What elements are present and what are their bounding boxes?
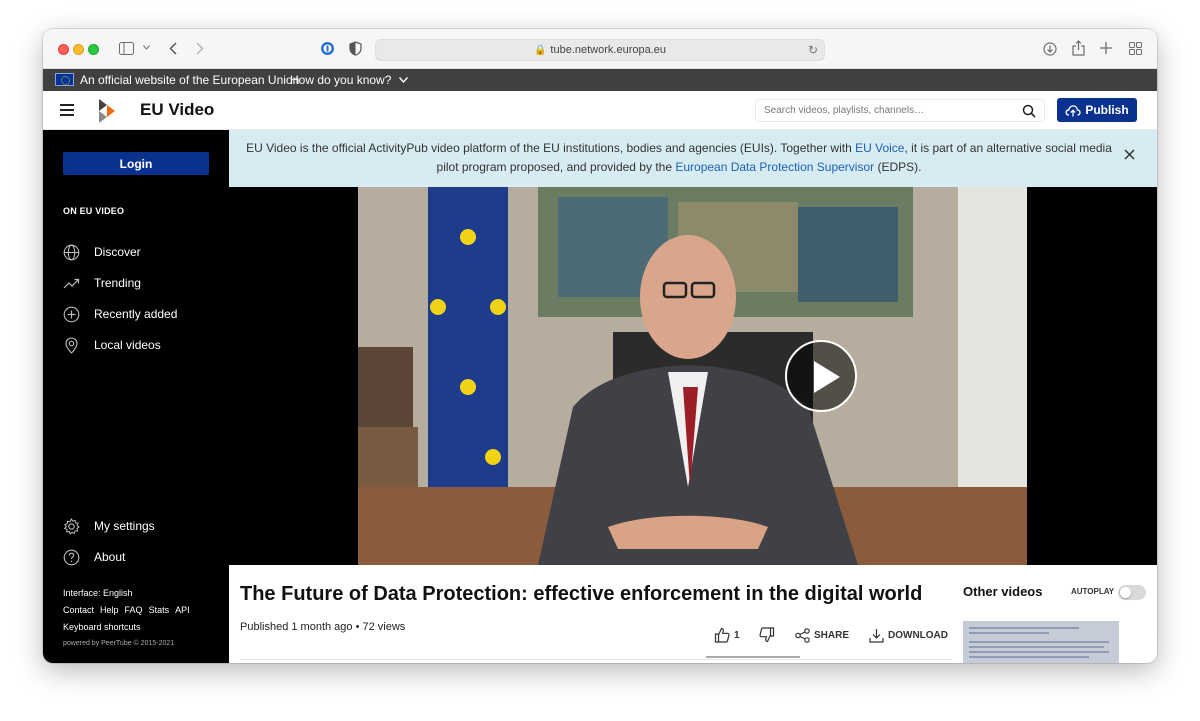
close-icon[interactable] (1124, 149, 1135, 160)
like-button[interactable]: 1 (714, 627, 740, 643)
minimize-window-button[interactable] (73, 44, 84, 55)
share-sheet-icon[interactable] (1072, 40, 1085, 56)
sidebar-item-local-videos[interactable]: Local videos (63, 335, 161, 355)
sidebar: Login ON EU VIDEO Discover Trending Rece… (43, 130, 229, 663)
other-videos-title: Other videos (963, 584, 1043, 599)
powered-by-peertube[interactable]: powered by PeerTube © 2015-2021 (63, 640, 174, 647)
divider (240, 659, 952, 660)
password-manager-icon[interactable] (320, 41, 335, 56)
published-date: Published 1 month ago (240, 621, 353, 633)
forward-icon[interactable] (196, 42, 204, 55)
sidebar-item-label: Discover (94, 245, 141, 259)
footer-link-help[interactable]: Help (100, 605, 119, 615)
autoplay-label: AUTOPLAY (1071, 587, 1115, 596)
eu-official-banner: An official website of the European Unio… (43, 69, 1157, 91)
how-do-you-know-toggle[interactable]: How do you know? (290, 69, 408, 91)
eu-voice-link[interactable]: EU Voice (855, 141, 904, 155)
notice-text-part3: (EDPS). (874, 160, 922, 174)
gear-icon (63, 517, 80, 535)
edps-link[interactable]: European Data Protection Supervisor (675, 160, 874, 174)
share-button[interactable]: SHARE (795, 627, 849, 643)
chevron-down-icon (398, 77, 408, 84)
like-count: 1 (734, 629, 740, 641)
lock-icon: 🔒 (533, 45, 547, 56)
like-ratio-bar (706, 656, 800, 658)
share-icon (795, 627, 810, 643)
location-pin-icon (65, 336, 78, 354)
video-frame[interactable] (358, 187, 1027, 565)
sidebar-section-title: ON EU VIDEO (63, 206, 125, 216)
back-icon[interactable] (169, 42, 177, 55)
search-input[interactable] (756, 100, 1006, 121)
sidebar-item-discover[interactable]: Discover (63, 242, 141, 262)
view-count: 72 views (362, 621, 406, 633)
menu-icon[interactable] (60, 104, 74, 116)
download-icon[interactable] (1043, 42, 1057, 56)
download-icon (869, 628, 884, 643)
browser-toolbar: 🔒 tube.network.europa.eu ↻ (43, 29, 1157, 69)
footer-link-contact[interactable]: Contact (63, 605, 94, 615)
video-title: The Future of Data Protection: effective… (240, 583, 923, 605)
site-header: EU Video Publish (43, 91, 1157, 130)
new-tab-icon[interactable] (1100, 42, 1112, 54)
platform-notice: EU Video is the official ActivityPub vid… (229, 130, 1157, 187)
trending-icon (63, 278, 80, 288)
globe-icon (63, 244, 80, 260)
how-do-you-know-label: How do you know? (290, 73, 392, 87)
sidebar-item-label: My settings (94, 519, 155, 533)
play-button[interactable] (785, 340, 857, 412)
footer-link-api[interactable]: API (175, 605, 190, 615)
login-button[interactable]: Login (63, 152, 209, 175)
tab-overview-icon[interactable] (1129, 42, 1142, 55)
sidebar-item-label: Local videos (94, 338, 161, 352)
share-label: SHARE (814, 629, 850, 641)
browser-window: 🔒 tube.network.europa.eu ↻ An official we… (43, 29, 1157, 663)
thumbs-up-icon (714, 627, 730, 643)
address-bar[interactable]: 🔒 tube.network.europa.eu ↻ (375, 39, 825, 61)
autoplay-toggle[interactable] (1118, 585, 1146, 600)
publish-button[interactable]: Publish (1057, 98, 1137, 122)
footer-link-stats[interactable]: Stats (149, 605, 170, 615)
footer-link-faq[interactable]: FAQ (125, 605, 143, 615)
cloud-upload-icon (1065, 104, 1081, 116)
video-thumbnail-image (358, 187, 1027, 565)
footer-links: Contact Help FAQ Stats API (63, 605, 196, 615)
url-text: tube.network.europa.eu (550, 44, 667, 56)
chevron-down-icon[interactable] (143, 45, 150, 51)
search-box (755, 99, 1045, 122)
sidebar-item-trending[interactable]: Trending (63, 273, 141, 293)
eu-official-text: An official website of the European Unio… (80, 73, 300, 87)
keyboard-shortcuts-link[interactable]: Keyboard shortcuts (63, 622, 141, 632)
shield-icon[interactable] (349, 41, 362, 56)
video-meta: Published 1 month ago • 72 views (240, 621, 406, 633)
other-video-thumbnail[interactable] (963, 621, 1119, 663)
zoom-window-button[interactable] (88, 44, 99, 55)
plus-circle-icon (63, 306, 80, 322)
sidebar-item-about[interactable]: About (63, 547, 125, 567)
publish-label: Publish (1085, 103, 1129, 117)
download-label: DOWNLOAD (888, 629, 948, 641)
sidebar-item-my-settings[interactable]: My settings (63, 516, 155, 536)
sidebar-item-label: Trending (94, 276, 141, 290)
sidebar-toggle-icon[interactable] (119, 42, 134, 55)
thumbs-down-icon (759, 627, 775, 643)
interface-language[interactable]: Interface: English (63, 588, 133, 598)
close-window-button[interactable] (58, 44, 69, 55)
notice-text-part1: EU Video is the official ActivityPub vid… (246, 141, 856, 155)
sidebar-item-recently-added[interactable]: Recently added (63, 304, 177, 324)
eu-flag-icon (55, 73, 74, 86)
video-player[interactable] (229, 187, 1157, 565)
peertube-logo (99, 99, 115, 123)
dislike-button[interactable] (759, 627, 779, 643)
sidebar-item-label: Recently added (94, 307, 178, 321)
help-circle-icon (63, 549, 80, 565)
search-icon[interactable] (1022, 104, 1036, 118)
sidebar-item-label: About (94, 550, 126, 564)
reload-icon[interactable]: ↻ (808, 40, 818, 60)
download-button[interactable]: DOWNLOAD (869, 627, 948, 643)
site-title[interactable]: EU Video (140, 100, 214, 120)
